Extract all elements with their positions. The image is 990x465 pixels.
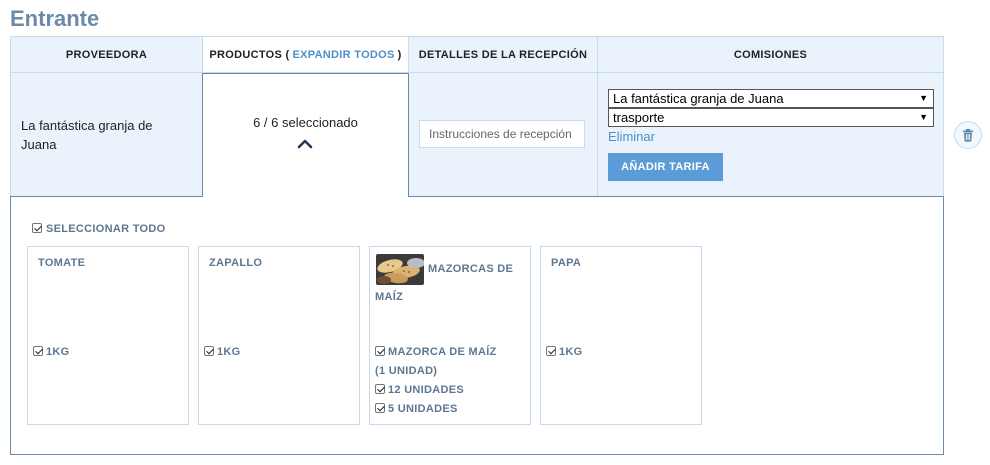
product-card: ZAPALLO 1KG (198, 246, 360, 425)
add-fee-button[interactable]: AÑADIR TARIFA (608, 153, 723, 181)
option-label: 1KG (217, 346, 241, 358)
product-thumbnail (376, 254, 424, 285)
option-checkbox[interactable] (375, 384, 385, 394)
header-supplier: PROVEEDORA (10, 36, 202, 73)
product-option[interactable]: MAZORCA DE MAÍZ (1 UNIDAD) (375, 343, 497, 381)
product-name: TOMATE (38, 257, 86, 269)
option-checkbox[interactable] (204, 346, 214, 356)
dropdown-arrow-icon: ▼ (919, 93, 928, 103)
option-checkbox[interactable] (546, 346, 556, 356)
header-supplier-label: PROVEEDORA (65, 48, 148, 61)
product-option[interactable]: 1KG (33, 343, 70, 362)
option-label: MAZORCA DE MAÍZ (388, 346, 497, 358)
selected-count: 6 / 6 seleccionado (253, 115, 358, 130)
product-option[interactable]: 1KG (546, 343, 583, 362)
product-option[interactable]: 12 UNIDADES (375, 381, 464, 400)
dropdown-arrow-icon: ▼ (919, 112, 928, 122)
header-fees-label: COMISIONES (733, 48, 808, 61)
select-all[interactable]: SELECCIONAR TODO (32, 223, 166, 235)
chevron-up-icon[interactable] (296, 136, 314, 150)
header-reception: DETALLES DE LA RECEPCIÓN (409, 36, 597, 73)
supplier-name: La fantástica granja de Juana (21, 118, 153, 152)
option-checkbox[interactable] (33, 346, 43, 356)
header-products: PRODUCTOS ( EXPANDIR TODOS ) (202, 36, 409, 73)
fee-supplier-select-value: La fantástica granja de Juana (613, 91, 784, 106)
select-all-label: SELECCIONAR TODO (46, 223, 166, 235)
select-all-checkbox[interactable] (32, 223, 42, 233)
option-label: 1KG (46, 346, 70, 358)
remove-fee-link[interactable]: Eliminar (608, 129, 655, 144)
expand-all-link[interactable]: EXPANDIR TODOS (292, 49, 394, 61)
fee-type-select[interactable]: trasporte ▼ (608, 108, 934, 127)
trash-icon (963, 128, 973, 142)
product-name: PAPA (551, 257, 582, 269)
fee-type-select-value: trasporte (613, 110, 665, 125)
reception-instructions-input[interactable] (419, 120, 585, 148)
reception-cell (409, 73, 597, 197)
option-label: 12 UNIDADES (388, 384, 465, 396)
header-fees: COMISIONES (597, 36, 944, 73)
product-name: ZAPALLO (209, 257, 263, 269)
product-option[interactable]: 1KG (204, 343, 241, 362)
option-label: 1KG (559, 346, 583, 358)
option-checkbox[interactable] (375, 403, 385, 413)
product-card: TOMATE 1KG (27, 246, 189, 425)
option-label-continued: (1 UNIDAD) (375, 365, 438, 377)
product-card: MAZORCAS DE MAÍZ MAZORCA DE MAÍZ (1 UNID… (369, 246, 531, 425)
product-card: PAPA 1KG (540, 246, 702, 425)
panel-border (409, 196, 944, 197)
product-name: MAZORCAS DE (428, 263, 514, 275)
product-option[interactable]: 5 UNIDADES (375, 400, 458, 419)
panel-border (10, 196, 202, 197)
header-reception-label: DETALLES DE LA RECEPCIÓN (418, 48, 588, 61)
page-title: Entrante (10, 6, 100, 31)
fee-supplier-select[interactable]: La fantástica granja de Juana ▼ (608, 89, 934, 108)
products-cell[interactable]: 6 / 6 seleccionado (202, 73, 409, 197)
option-label: 5 UNIDADES (388, 403, 458, 415)
supplier-cell: La fantástica granja de Juana (10, 73, 202, 197)
header-products-close: ) (397, 48, 402, 61)
delete-row-button[interactable] (954, 121, 982, 149)
option-checkbox[interactable] (375, 346, 385, 356)
header-products-label: PRODUCTOS ( (209, 48, 290, 61)
fees-cell: La fantástica granja de Juana ▼ trasport… (597, 73, 944, 197)
product-name-continued: MAÍZ (375, 291, 404, 303)
